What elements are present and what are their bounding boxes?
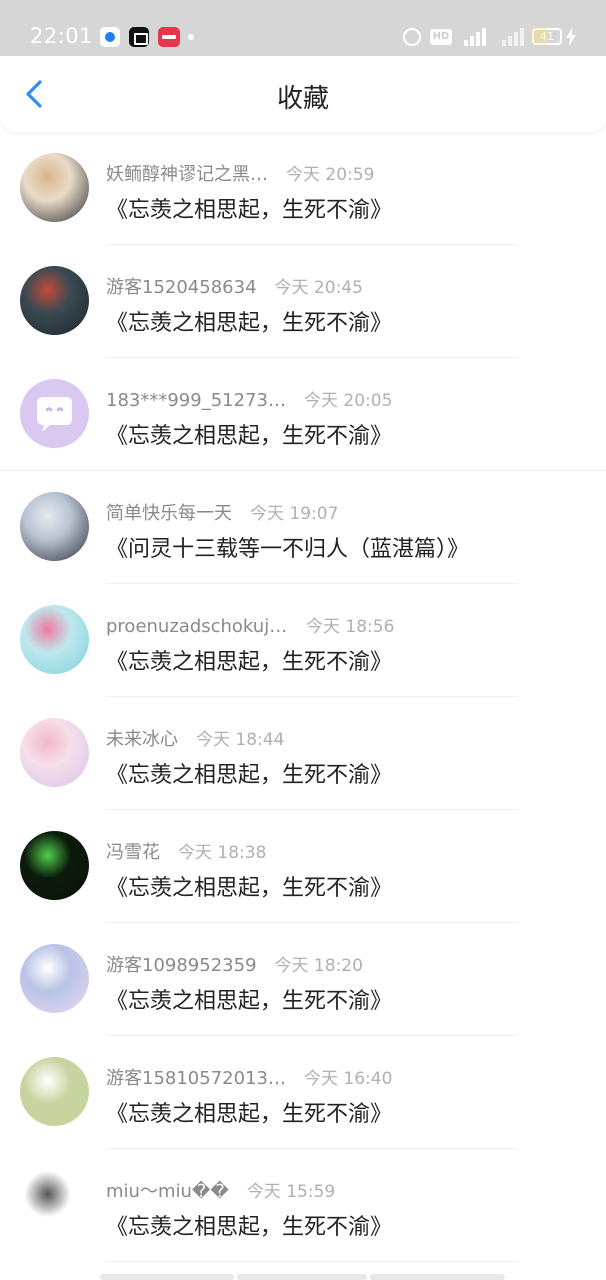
username: 游客15810572013… — [106, 1068, 286, 1089]
header: 收藏 — [0, 56, 606, 132]
timestamp: 今天 18:44 — [196, 730, 285, 750]
timestamp: 今天 20:45 — [274, 278, 363, 298]
book-title[interactable]: 《忘羡之相思起，生死不渝》 — [106, 418, 392, 450]
username: 冯雪花 — [106, 842, 160, 863]
notification-dot-icon — [188, 34, 194, 40]
capcut-icon — [129, 27, 149, 47]
book-title[interactable]: 《忘羡之相思起，生死不渝》 — [106, 1096, 392, 1128]
scroll-hint — [237, 1274, 367, 1280]
list-item[interactable]: proenuzadschokujler 今天 18:56 《忘羡之相思起，生死不渝》 — [0, 584, 606, 697]
list-item[interactable]: 游客15810572013… 今天 16:40 《忘羡之相思起，生死不渝》 — [0, 1036, 606, 1149]
charging-icon — [566, 28, 576, 46]
item-meta: proenuzadschokujler 今天 18:56 — [106, 612, 395, 637]
red-app-icon — [158, 27, 180, 47]
avatar[interactable] — [20, 266, 89, 335]
list-item[interactable]: miu～miu�� 今天 15:59 《忘羡之相思起，生死不渝》 — [0, 1149, 606, 1262]
username: 游客1520458634 — [106, 277, 257, 298]
avatar[interactable] — [20, 1170, 89, 1239]
book-title[interactable]: 《问灵十三载等一不归人（蓝湛篇）》 — [106, 531, 469, 563]
item-meta: 简单快乐每一天 今天 19:07 — [106, 499, 339, 524]
scroll-hint — [100, 1274, 234, 1280]
list-item[interactable]: 游客1098952359 今天 18:20 《忘羡之相思起，生死不渝》 — [0, 923, 606, 1036]
alarm-icon — [403, 28, 421, 46]
battery-icon: 41 — [532, 28, 562, 45]
timestamp: 今天 18:56 — [306, 617, 395, 637]
list-item[interactable]: 未来冰心 今天 18:44 《忘羡之相思起，生死不渝》 — [0, 697, 606, 810]
scroll-hint — [370, 1274, 505, 1280]
username: 183***999_51273… — [106, 390, 286, 411]
timestamp: 今天 18:38 — [178, 843, 267, 863]
book-title[interactable]: 《忘羡之相思起，生死不渝》 — [106, 305, 392, 337]
username: 未来冰心 — [106, 729, 178, 750]
timestamp: 今天 20:05 — [303, 391, 393, 411]
item-meta: 妖鲕醇神谬记之黑… 今天 20:59 — [106, 160, 375, 185]
avatar[interactable] — [20, 944, 89, 1013]
favorites-list: 妖鲕醇神谬记之黑… 今天 20:59 《忘羡之相思起，生死不渝》 游客15204586… — [0, 132, 606, 1262]
divider — [106, 1261, 518, 1262]
list-item[interactable]: 简单快乐每一天 今天 19:07 《问灵十三载等一不归人（蓝湛篇）》 — [0, 471, 606, 584]
book-title[interactable]: 《忘羡之相思起，生死不渝》 — [106, 983, 392, 1015]
timestamp: 今天 18:20 — [274, 956, 363, 976]
hd-icon: HD — [430, 29, 452, 45]
avatar[interactable] — [20, 379, 89, 448]
item-meta: miu～miu�� 今天 15:59 — [106, 1177, 336, 1202]
username: 游客1098952359 — [106, 955, 257, 976]
timestamp: 今天 20:59 — [286, 165, 375, 185]
avatar[interactable] — [20, 153, 89, 222]
item-meta: 冯雪花 今天 18:38 — [106, 838, 267, 863]
item-meta: 游客1520458634 今天 20:45 — [106, 273, 363, 298]
book-title[interactable]: 《忘羡之相思起，生死不渝》 — [106, 192, 392, 224]
item-meta: 183***999_51273… 今天 20:05 — [106, 386, 393, 411]
item-meta: 未来冰心 今天 18:44 — [106, 725, 285, 750]
book-title[interactable]: 《忘羡之相思起，生死不渝》 — [106, 870, 392, 902]
status-time: 22:01 — [30, 24, 94, 48]
timestamp: 今天 16:40 — [303, 1069, 393, 1089]
list-item[interactable]: 183***999_51273… 今天 20:05 《忘羡之相思起，生死不渝》 — [0, 358, 606, 471]
avatar[interactable] — [20, 1057, 89, 1126]
status-bar: 22:01 HD 41 — [0, 0, 606, 56]
signal-icon — [500, 26, 524, 46]
list-item[interactable]: 游客1520458634 今天 20:45 《忘羡之相思起，生死不渝》 — [0, 245, 606, 358]
signal-4g-icon — [460, 26, 490, 46]
book-title[interactable]: 《忘羡之相思起，生死不渝》 — [106, 644, 392, 676]
avatar[interactable] — [20, 605, 89, 674]
avatar[interactable] — [20, 492, 89, 561]
username: 妖鲕醇神谬记之黑… — [106, 164, 268, 185]
timestamp: 今天 15:59 — [246, 1182, 336, 1202]
list-item[interactable]: 冯雪花 今天 18:38 《忘羡之相思起，生死不渝》 — [0, 810, 606, 923]
avatar[interactable] — [20, 718, 89, 787]
avatar[interactable] — [20, 831, 89, 900]
page-title: 收藏 — [276, 84, 329, 114]
item-meta: 游客1098952359 今天 18:20 — [106, 951, 363, 976]
book-title[interactable]: 《忘羡之相思起，生死不渝》 — [106, 757, 392, 789]
blue-app-icon — [100, 27, 120, 47]
timestamp: 今天 19:07 — [250, 504, 339, 524]
username: proenuzadschokujler — [106, 616, 288, 637]
username: 简单快乐每一天 — [106, 503, 232, 524]
username: miu～miu�� — [106, 1181, 229, 1202]
item-meta: 游客15810572013… 今天 16:40 — [106, 1064, 393, 1089]
book-title[interactable]: 《忘羡之相思起，生死不渝》 — [106, 1209, 392, 1241]
list-item[interactable]: 妖鲕醇神谬记之黑… 今天 20:59 《忘羡之相思起，生死不渝》 — [0, 132, 606, 245]
